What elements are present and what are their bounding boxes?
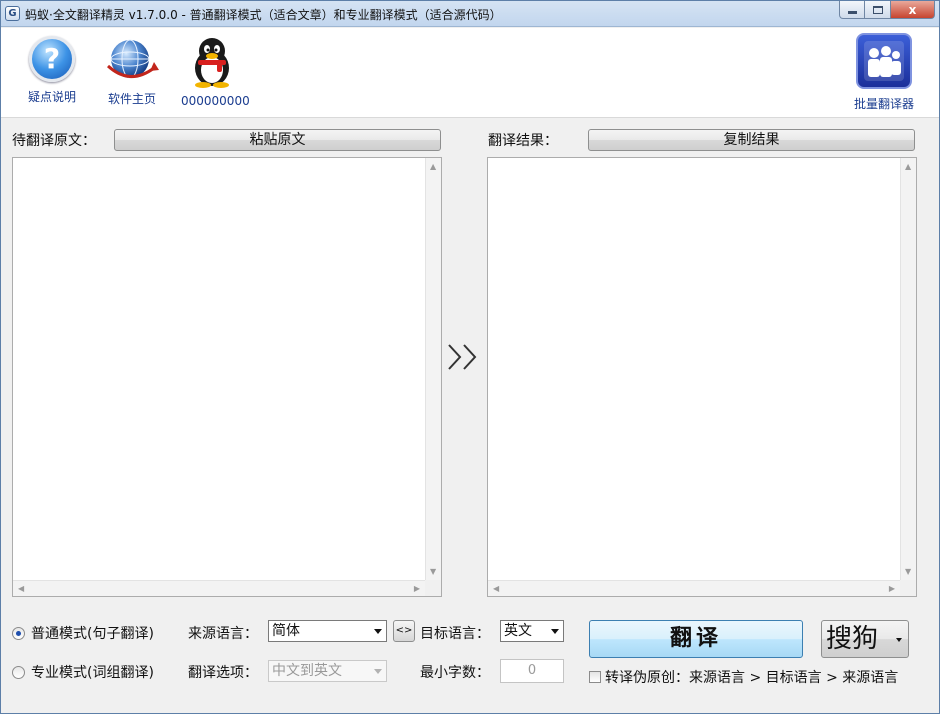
batch-tool[interactable]: 批量翻译器 <box>851 33 917 112</box>
copy-result-button[interactable]: 复制结果 <box>588 129 915 151</box>
translate-option-label: 翻译选项： <box>188 665 258 681</box>
translation-engine-button[interactable]: 搜狗 <box>821 620 909 658</box>
penguin-icon <box>189 36 235 88</box>
minimize-button[interactable] <box>839 1 865 19</box>
help-label: 疑点说明 <box>27 90 76 104</box>
scrollbar-corner <box>900 580 916 596</box>
home-tool[interactable]: 软件主页 <box>101 36 163 107</box>
scroll-left-icon[interactable]: ◀ <box>493 584 499 593</box>
source-language-label: 来源语言： <box>188 626 258 642</box>
qq-tool[interactable]: 000000000 <box>181 36 250 108</box>
professional-mode-label: 专业模式(词组翻译) <box>31 665 154 681</box>
checkbox-unchecked[interactable] <box>589 671 601 683</box>
home-label: 软件主页 <box>107 92 156 106</box>
translate-button[interactable]: 翻译 <box>589 620 803 658</box>
close-icon: x <box>908 2 917 17</box>
source-textarea[interactable]: ▲ ▼ ◀ ▶ <box>12 157 442 597</box>
professional-mode-radio[interactable]: 专业模式(词组翻译) <box>12 662 154 682</box>
translate-direction-icon <box>446 343 480 375</box>
translate-option-select[interactable]: 中文到英文 <box>268 660 387 682</box>
batch-label: 批量翻译器 <box>853 97 914 111</box>
result-vertical-scrollbar[interactable]: ▲ ▼ <box>900 158 916 580</box>
globe-icon <box>104 36 160 84</box>
window-title: 蚂蚁·全文翻译精灵 v1.7.0.0 - 普通翻译模式（适合文章）和专业翻译模式… <box>25 8 502 22</box>
dropdown-arrow-icon <box>551 629 559 634</box>
window-controls: x <box>839 1 935 19</box>
translate-option-value: 中文到英文 <box>272 663 342 679</box>
people-group-icon <box>856 33 912 89</box>
radio-selected[interactable] <box>12 626 25 640</box>
scroll-right-icon[interactable]: ▶ <box>889 584 895 593</box>
pseudo-original-checkbox[interactable]: 转译伪原创：来源语言 > 目标语言 > 来源语言 <box>589 667 898 687</box>
target-language-label: 目标语言： <box>420 626 490 642</box>
dropdown-arrow-icon <box>896 638 902 642</box>
scroll-left-icon[interactable]: ◀ <box>18 584 24 593</box>
qq-label: 000000000 <box>181 94 250 108</box>
app-icon: G <box>5 6 20 21</box>
source-language-select[interactable]: 简体 <box>268 620 387 642</box>
close-button[interactable]: x <box>891 1 935 19</box>
result-textarea[interactable]: ▲ ▼ ◀ ▶ <box>487 157 917 597</box>
source-language-value: 简体 <box>272 623 300 639</box>
normal-mode-label: 普通模式(句子翻译) <box>31 626 154 642</box>
toolbar: ? 疑点说明 软件主页 000000000 批量翻译器 <box>1 28 939 118</box>
result-label: 翻译结果： <box>488 133 558 149</box>
target-language-select[interactable]: 英文 <box>500 620 564 642</box>
title-bar[interactable]: G 蚂蚁·全文翻译精灵 v1.7.0.0 - 普通翻译模式（适合文章）和专业翻译… <box>1 1 939 27</box>
source-horizontal-scrollbar[interactable]: ◀ ▶ <box>13 580 425 596</box>
scroll-down-icon[interactable]: ▼ <box>430 567 436 576</box>
target-language-value: 英文 <box>504 623 532 639</box>
engine-label: 搜狗 <box>826 624 879 654</box>
scroll-right-icon[interactable]: ▶ <box>414 584 420 593</box>
result-horizontal-scrollbar[interactable]: ◀ ▶ <box>488 580 900 596</box>
scroll-up-icon[interactable]: ▲ <box>905 162 911 171</box>
normal-mode-radio[interactable]: 普通模式(句子翻译) <box>12 623 154 643</box>
minimize-icon <box>847 11 857 14</box>
maximize-icon <box>872 5 883 14</box>
maximize-button[interactable] <box>865 1 891 19</box>
source-vertical-scrollbar[interactable]: ▲ ▼ <box>425 158 441 580</box>
scroll-down-icon[interactable]: ▼ <box>905 567 911 576</box>
scroll-up-icon[interactable]: ▲ <box>430 162 436 171</box>
main-window: G 蚂蚁·全文翻译精灵 v1.7.0.0 - 普通翻译模式（适合文章）和专业翻译… <box>0 0 940 714</box>
dropdown-arrow-icon <box>374 629 382 634</box>
min-chars-label: 最小字数： <box>420 665 490 681</box>
swap-languages-button[interactable]: <> <box>393 620 415 642</box>
pseudo-original-label: 转译伪原创：来源语言 > 目标语言 > 来源语言 <box>605 670 899 686</box>
help-icon: ? <box>29 36 75 82</box>
source-label: 待翻译原文： <box>12 133 96 149</box>
dropdown-arrow-icon <box>374 669 382 674</box>
scrollbar-corner <box>425 580 441 596</box>
paste-source-button[interactable]: 粘贴原文 <box>114 129 441 151</box>
min-chars-input[interactable]: 0 <box>500 659 564 683</box>
radio-unselected[interactable] <box>12 665 25 679</box>
help-tool[interactable]: ? 疑点说明 <box>23 36 81 105</box>
